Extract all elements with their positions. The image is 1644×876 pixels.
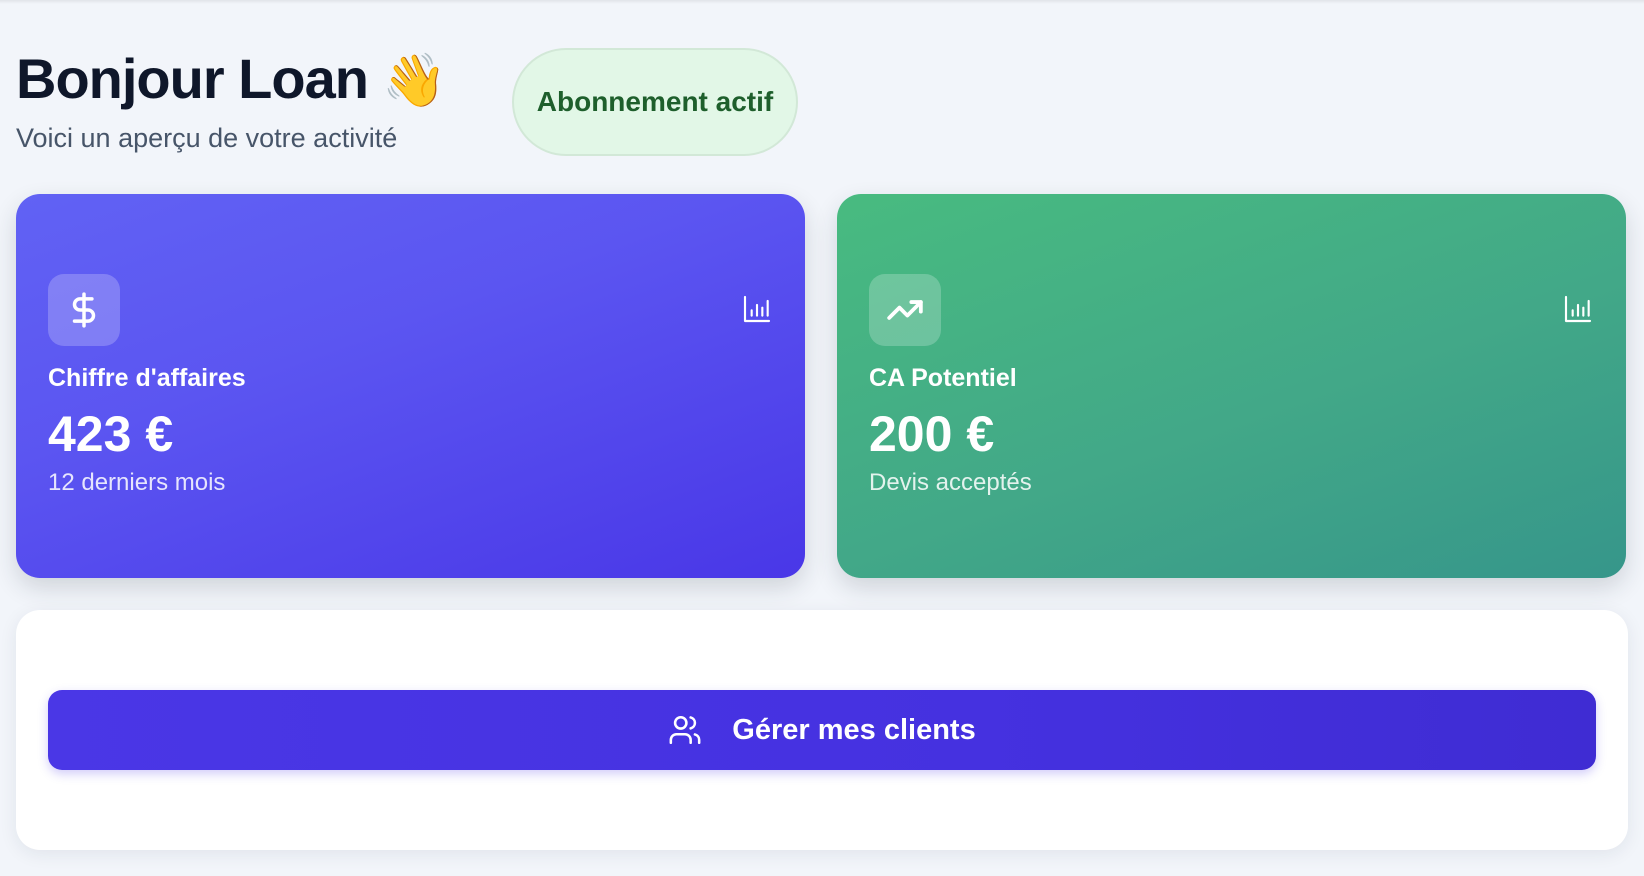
actions-panel: Gérer mes clients [16,610,1628,850]
revenue-label: Chiffre d'affaires [48,364,246,392]
greeting: Bonjour Loan 👋 Voici un aperçu de votre a… [16,44,447,154]
potential-revenue-subtext: Devis acceptés [869,469,1032,496]
manage-clients-label: Gérer mes clients [732,713,976,746]
top-shadow [0,0,1644,4]
manage-clients-button[interactable]: Gérer mes clients [48,690,1596,770]
dollar-icon [48,274,120,346]
potential-revenue-card[interactable]: CA Potentiel 200 € Devis acceptés [837,194,1626,578]
potential-revenue-label: CA Potentiel [869,364,1017,392]
page-header: Bonjour Loan 👋 Voici un aperçu de votre a… [16,44,1616,164]
page-title: Bonjour Loan 👋 [16,44,447,116]
waving-hand-icon: 👋 [381,51,447,111]
revenue-value: 423 € [48,406,174,462]
page-title-text: Bonjour Loan [16,47,369,110]
trending-up-icon [869,274,941,346]
bar-chart-icon[interactable] [741,293,773,325]
revenue-card[interactable]: Chiffre d'affaires 423 € 12 derniers moi… [16,194,805,578]
subscription-status-badge: Abonnement actif [512,48,798,156]
bar-chart-icon[interactable] [1562,293,1594,325]
stats-grid: Chiffre d'affaires 423 € 12 derniers moi… [16,194,1628,578]
page-subtitle: Voici un aperçu de votre activité [16,123,398,153]
revenue-period: 12 derniers mois [48,469,226,496]
potential-revenue-value: 200 € [869,406,995,462]
users-icon [669,715,701,745]
